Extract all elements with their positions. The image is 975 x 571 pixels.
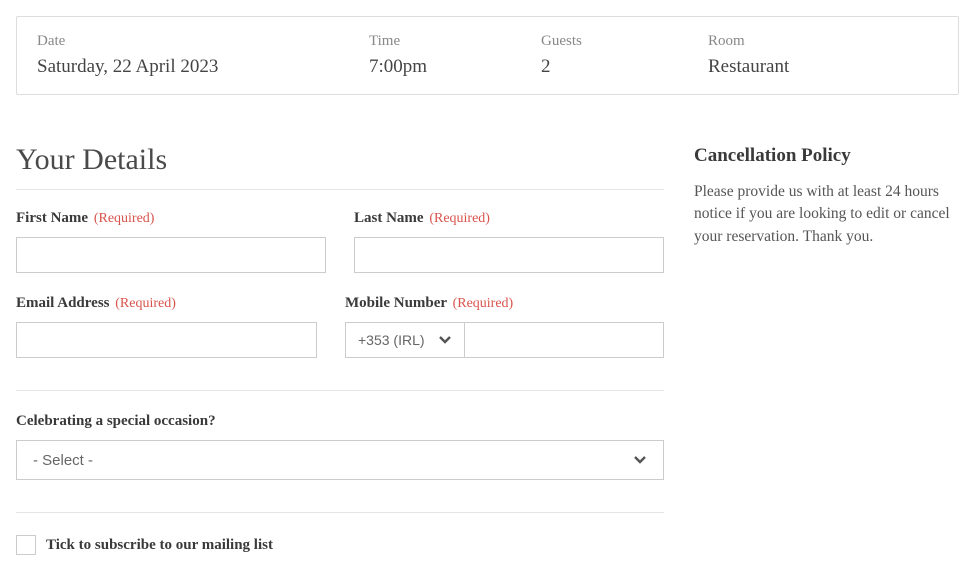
country-code-value: +353 (IRL)	[358, 332, 425, 348]
mobile-label: Mobile Number (Required)	[345, 295, 664, 312]
cancellation-policy-text: Please provide us with at least 24 hours…	[694, 181, 959, 248]
email-field-group: Email Address (Required)	[16, 295, 317, 358]
subscribe-checkbox[interactable]	[16, 535, 36, 555]
your-details-heading: Your Details	[16, 143, 664, 190]
summary-room-label: Room	[708, 33, 938, 50]
summary-time: Time 7:00pm	[369, 33, 529, 78]
email-label: Email Address (Required)	[16, 295, 317, 312]
last-name-label-text: Last Name	[354, 210, 424, 226]
country-code-select[interactable]: +353 (IRL)	[345, 322, 465, 358]
summary-date-value: Saturday, 22 April 2023	[37, 56, 357, 78]
email-label-text: Email Address	[16, 295, 110, 311]
required-indicator: (Required)	[453, 296, 514, 311]
chevron-down-icon	[633, 453, 647, 467]
occasion-label: Celebrating a special occasion?	[16, 413, 664, 430]
summary-guests-label: Guests	[541, 33, 696, 50]
occasion-select-value: - Select -	[33, 452, 93, 469]
required-indicator: (Required)	[115, 296, 176, 311]
last-name-field-group: Last Name (Required)	[354, 210, 664, 273]
occasion-select[interactable]: - Select -	[16, 440, 664, 480]
required-indicator: (Required)	[429, 211, 490, 226]
first-name-field-group: First Name (Required)	[16, 210, 326, 273]
subscribe-row: Tick to subscribe to our mailing list	[16, 535, 664, 555]
required-indicator: (Required)	[94, 211, 155, 226]
chevron-down-icon	[438, 333, 452, 347]
summary-date: Date Saturday, 22 April 2023	[37, 33, 357, 78]
summary-guests: Guests 2	[541, 33, 696, 78]
summary-time-value: 7:00pm	[369, 56, 529, 78]
mobile-field-group: Mobile Number (Required) +353 (IRL)	[345, 295, 664, 358]
summary-time-label: Time	[369, 33, 529, 50]
occasion-field-group: Celebrating a special occasion? - Select…	[16, 413, 664, 480]
first-name-label-text: First Name	[16, 210, 88, 226]
summary-date-label: Date	[37, 33, 357, 50]
cancellation-policy-title: Cancellation Policy	[694, 145, 959, 167]
mobile-number-input[interactable]	[465, 322, 664, 358]
last-name-label: Last Name (Required)	[354, 210, 664, 227]
first-name-input[interactable]	[16, 237, 326, 273]
subscribe-label: Tick to subscribe to our mailing list	[46, 537, 273, 554]
summary-room: Room Restaurant	[708, 33, 938, 78]
reservation-summary: Date Saturday, 22 April 2023 Time 7:00pm…	[16, 16, 959, 95]
first-name-label: First Name (Required)	[16, 210, 326, 227]
last-name-input[interactable]	[354, 237, 664, 273]
summary-room-value: Restaurant	[708, 56, 938, 78]
divider	[16, 512, 664, 513]
divider	[16, 390, 664, 391]
email-input[interactable]	[16, 322, 317, 358]
summary-guests-value: 2	[541, 56, 696, 78]
mobile-label-text: Mobile Number	[345, 295, 447, 311]
